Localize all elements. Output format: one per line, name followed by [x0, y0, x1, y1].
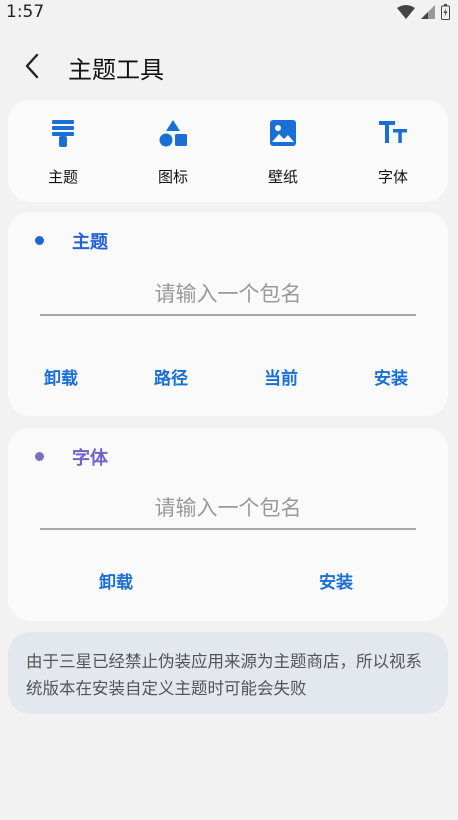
tool-icons[interactable]: 图标	[118, 100, 228, 202]
tool-wallpaper[interactable]: 壁纸	[228, 100, 338, 202]
battery-icon	[441, 4, 450, 20]
app-bar: 主题工具	[0, 40, 458, 92]
tool-theme[interactable]: 主题	[8, 100, 118, 202]
status-time: 1:57	[6, 2, 45, 22]
theme-path-button[interactable]: 路径	[154, 364, 188, 389]
tool-font-label: 字体	[377, 168, 408, 186]
theme-uninstall-button[interactable]: 卸载	[44, 364, 78, 389]
theme-section-card: 主题 卸载 路径 当前 安装	[8, 212, 448, 416]
signal-icon	[421, 5, 435, 19]
wifi-icon	[397, 5, 415, 19]
font-section-card: 字体 卸载 安装	[8, 428, 448, 621]
font-section-title: 字体	[72, 448, 108, 469]
tool-wallpaper-label: 壁纸	[267, 168, 298, 186]
font-section-dot	[35, 452, 44, 461]
tool-font[interactable]: 字体	[338, 100, 448, 202]
status-bar: 1:57	[0, 0, 458, 26]
theme-section-dot	[35, 236, 44, 245]
status-icons	[397, 4, 450, 20]
shapes-icon	[156, 116, 190, 150]
text-size-icon	[376, 116, 410, 150]
tool-icons-label: 图标	[157, 168, 188, 186]
back-button[interactable]	[14, 48, 50, 84]
page-title: 主题工具	[68, 56, 164, 84]
tool-theme-label: 主题	[47, 168, 78, 186]
paintbrush-icon	[46, 116, 80, 150]
font-uninstall-button[interactable]: 卸载	[99, 568, 133, 593]
theme-install-button[interactable]: 安装	[374, 364, 408, 389]
font-package-input[interactable]	[40, 488, 416, 530]
theme-current-button[interactable]: 当前	[264, 364, 298, 389]
font-install-button[interactable]: 安装	[319, 568, 353, 593]
theme-section-title: 主题	[72, 232, 108, 253]
notice-card: 由于三星已经禁止伪装应用来源为主题商店，所以视系统版本在安装自定义主题时可能会失…	[8, 632, 448, 714]
back-arrow-icon	[25, 53, 39, 79]
tools-card: 主题 图标 壁纸 字体	[8, 100, 448, 202]
notice-text: 由于三星已经禁止伪装应用来源为主题商店，所以视系统版本在安装自定义主题时可能会失…	[26, 652, 422, 698]
image-icon	[266, 116, 300, 150]
theme-package-input[interactable]	[40, 274, 416, 316]
